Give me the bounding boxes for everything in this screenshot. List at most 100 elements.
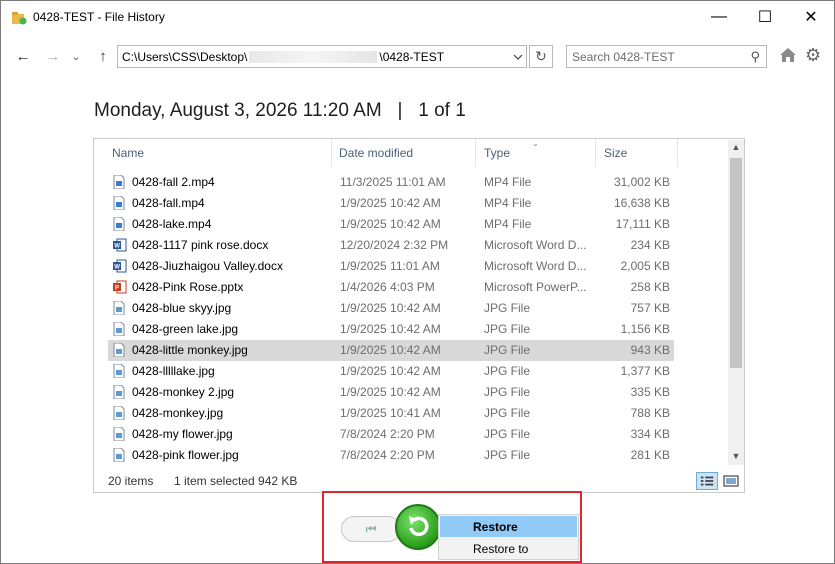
file-row[interactable]: 0428-monkey 2.jpg 1/9/2025 10:42 AM JPG Fi… bbox=[94, 382, 730, 403]
file-date: 1/9/2025 10:42 AM bbox=[340, 343, 441, 357]
file-row[interactable]: 0428-fall.mp4 1/9/2025 10:42 AM MP4 File 16… bbox=[94, 193, 730, 214]
file-size: 16,638 KB bbox=[613, 196, 670, 210]
file-row[interactable]: 0428-pink flower.jpg 7/8/2024 2:20 PM JPG … bbox=[94, 445, 730, 466]
file-type: MP4 File bbox=[484, 175, 532, 189]
video-file-icon bbox=[113, 174, 125, 190]
forward-arrow-icon[interactable]: → bbox=[43, 46, 63, 66]
file-type: Microsoft PowerP... bbox=[484, 280, 587, 294]
file-size: 335 KB bbox=[630, 385, 670, 399]
search-input[interactable]: Search 0428-TEST ⚲ bbox=[566, 45, 767, 68]
file-name: 0428-green lake.jpg bbox=[132, 322, 239, 336]
vertical-scrollbar[interactable]: ▲ ▼ bbox=[728, 140, 744, 465]
video-file-icon bbox=[113, 195, 125, 211]
file-size: 281 KB bbox=[630, 448, 670, 462]
home-icon[interactable] bbox=[779, 46, 797, 64]
file-size: 2,005 KB bbox=[620, 259, 670, 273]
file-size: 1,377 KB bbox=[620, 364, 670, 378]
file-size: 1,156 KB bbox=[620, 322, 670, 336]
file-type: MP4 File bbox=[484, 196, 532, 210]
file-row[interactable]: 0428-lllllake.jpg 1/9/2025 10:42 AM JPG Fi… bbox=[94, 361, 730, 382]
file-row[interactable]: 0428-monkey.jpg 1/9/2025 10:41 AM JPG File… bbox=[94, 403, 730, 424]
address-bar[interactable]: C:\Users\CSS\Desktop\ \0428-TEST bbox=[117, 45, 527, 68]
file-list-panel: Name Date modified Type ⌄ Size 0428-fall… bbox=[93, 138, 745, 493]
image-file-icon bbox=[113, 447, 125, 463]
snapshot-date-heading: Monday, August 3, 2026 11:20 AM | 1 of 1 bbox=[94, 100, 466, 121]
file-name: 0428-pink flower.jpg bbox=[132, 448, 239, 462]
menu-item-restore-to[interactable]: Restore to bbox=[440, 538, 577, 559]
file-date: 1/9/2025 10:42 AM bbox=[340, 217, 441, 231]
video-file-icon bbox=[113, 216, 125, 232]
scroll-down-arrow-icon[interactable]: ▼ bbox=[728, 451, 744, 465]
minimize-button[interactable]: — bbox=[696, 1, 742, 33]
file-date: 1/9/2025 10:42 AM bbox=[340, 322, 441, 336]
selection-info: 1 item selected 942 KB bbox=[174, 474, 298, 488]
back-arrow-icon[interactable]: ← bbox=[13, 46, 33, 66]
previous-version-button[interactable]: ⏮ bbox=[341, 516, 401, 542]
image-file-icon bbox=[113, 321, 125, 337]
maximize-button[interactable]: ☐ bbox=[742, 1, 788, 33]
skip-back-icon: ⏮ bbox=[365, 521, 377, 536]
file-row[interactable]: 0428-little monkey.jpg 1/9/2025 10:42 AM J… bbox=[94, 340, 730, 361]
file-row[interactable]: 0428-fall 2.mp4 11/3/2025 11:01 AM MP4 Fil… bbox=[94, 172, 730, 193]
file-name: 0428-lllllake.jpg bbox=[132, 364, 215, 378]
address-dropdown-chevron-icon[interactable] bbox=[508, 45, 527, 68]
file-row[interactable]: W 0428-Jiuzhaigou Valley.docx 1/9/2025 11:… bbox=[94, 256, 730, 277]
file-size: 788 KB bbox=[630, 406, 670, 420]
file-type: JPG File bbox=[484, 427, 531, 441]
column-header-size[interactable]: Size bbox=[596, 139, 678, 167]
file-date: 1/9/2025 10:41 AM bbox=[340, 406, 441, 420]
close-button[interactable]: ✕ bbox=[788, 1, 834, 33]
file-date: 1/4/2026 4:03 PM bbox=[340, 280, 435, 294]
file-date: 12/20/2024 2:32 PM bbox=[340, 238, 449, 252]
restore-context-menu: Restore Restore to bbox=[438, 514, 579, 560]
file-history-window: 0428-TEST - File History — ☐ ✕ ← → ⌄ ↑ C… bbox=[0, 0, 835, 564]
recent-locations-chevron-icon[interactable]: ⌄ bbox=[69, 46, 83, 66]
restore-arrow-icon bbox=[409, 516, 429, 537]
column-header-date[interactable]: Date modified bbox=[332, 139, 476, 167]
file-row[interactable]: 0428-blue skyy.jpg 1/9/2025 10:42 AM JPG F… bbox=[94, 298, 730, 319]
file-size: 757 KB bbox=[630, 301, 670, 315]
file-type: JPG File bbox=[484, 448, 531, 462]
menu-item-restore[interactable]: Restore bbox=[440, 516, 577, 537]
window-title: 0428-TEST - File History bbox=[33, 10, 165, 24]
file-type: JPG File bbox=[484, 406, 531, 420]
search-icon[interactable]: ⚲ bbox=[750, 49, 760, 65]
file-row[interactable]: W 0428-1117 pink rose.docx 12/20/2024 2:32… bbox=[94, 235, 730, 256]
file-row[interactable]: 0428-green lake.jpg 1/9/2025 10:42 AM JPG … bbox=[94, 319, 730, 340]
file-name: 0428-lake.mp4 bbox=[132, 217, 212, 231]
word-file-icon: W bbox=[113, 238, 127, 252]
file-date: 1/9/2025 10:42 AM bbox=[340, 385, 441, 399]
file-date: 1/9/2025 10:42 AM bbox=[340, 196, 441, 210]
up-arrow-icon[interactable]: ↑ bbox=[95, 46, 111, 66]
svg-text:W: W bbox=[114, 265, 120, 271]
file-date: 1/9/2025 11:01 AM bbox=[340, 259, 440, 273]
file-type: JPG File bbox=[484, 343, 531, 357]
file-name: 0428-1117 pink rose.docx bbox=[132, 238, 269, 252]
file-type: Microsoft Word D... bbox=[484, 259, 587, 273]
file-row[interactable]: 0428-lake.mp4 1/9/2025 10:42 AM MP4 File 17… bbox=[94, 214, 730, 235]
column-header-name[interactable]: Name bbox=[94, 139, 332, 167]
item-count: 20 items bbox=[108, 474, 154, 488]
restore-button[interactable] bbox=[395, 504, 441, 550]
file-row[interactable]: P 0428-Pink Rose.pptx 1/4/2026 4:03 PM Micr… bbox=[94, 277, 730, 298]
scroll-up-arrow-icon[interactable]: ▲ bbox=[728, 142, 744, 156]
file-date: 1/9/2025 10:42 AM bbox=[340, 364, 441, 378]
status-bar: 20 items 1 item selected 942 KB bbox=[94, 469, 744, 493]
image-file-icon bbox=[113, 300, 125, 316]
file-list: 0428-fall 2.mp4 11/3/2025 11:01 AM MP4 Fil… bbox=[94, 172, 730, 466]
file-type: JPG File bbox=[484, 385, 531, 399]
file-name: 0428-monkey.jpg bbox=[132, 406, 224, 420]
svg-text:W: W bbox=[114, 244, 120, 250]
file-type: MP4 File bbox=[484, 217, 532, 231]
file-name: 0428-Jiuzhaigou Valley.docx bbox=[132, 259, 283, 273]
details-view-icon[interactable] bbox=[696, 472, 718, 490]
gear-icon[interactable]: ⚙ bbox=[805, 45, 821, 65]
file-name: 0428-my flower.jpg bbox=[132, 427, 233, 441]
file-row[interactable]: 0428-my flower.jpg 7/8/2024 2:20 PM JPG Fi… bbox=[94, 424, 730, 445]
file-type: JPG File bbox=[484, 364, 531, 378]
large-icons-view-icon[interactable] bbox=[721, 472, 741, 490]
file-name: 0428-monkey 2.jpg bbox=[132, 385, 235, 399]
blurred-path-segment bbox=[249, 50, 378, 63]
scrollbar-thumb[interactable] bbox=[730, 158, 742, 368]
refresh-button[interactable]: ↻ bbox=[529, 45, 553, 68]
